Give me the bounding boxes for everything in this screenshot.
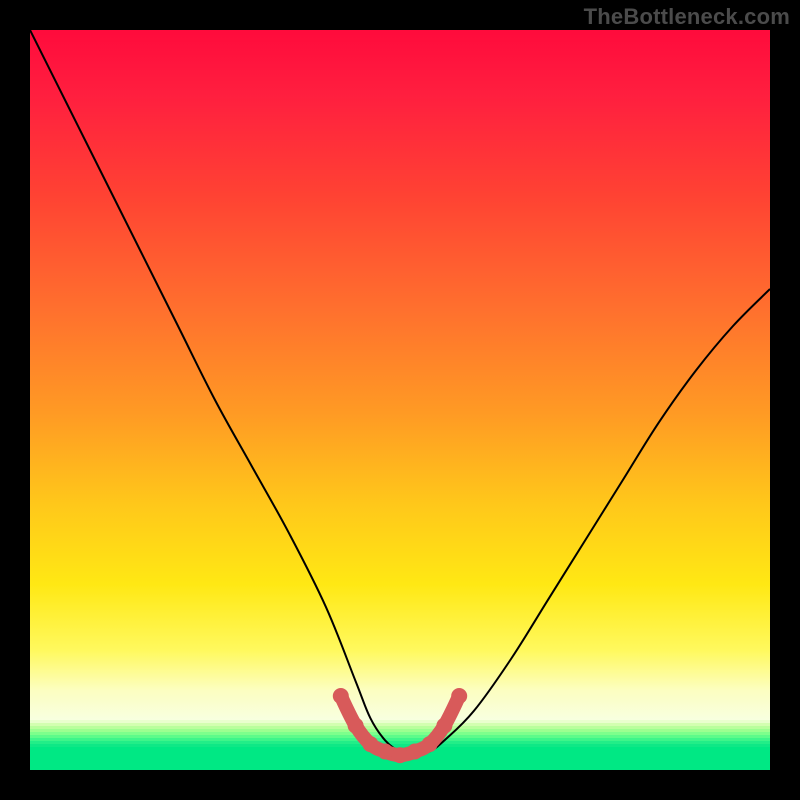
main-curve [30,30,770,755]
highlight-dot [436,718,452,734]
highlight-dots [333,688,467,763]
highlight-dot [451,688,467,704]
watermark-text: TheBottleneck.com [584,4,790,30]
plot-area [30,30,770,770]
highlight-dot [377,744,393,760]
highlight-dot [362,736,378,752]
highlight-dot [392,747,408,763]
chart-frame: TheBottleneck.com [0,0,800,800]
highlight-dot [407,744,423,760]
highlight-dot [348,718,364,734]
curve-layer [30,30,770,770]
highlight-dot [333,688,349,704]
highlight-dot [422,736,438,752]
